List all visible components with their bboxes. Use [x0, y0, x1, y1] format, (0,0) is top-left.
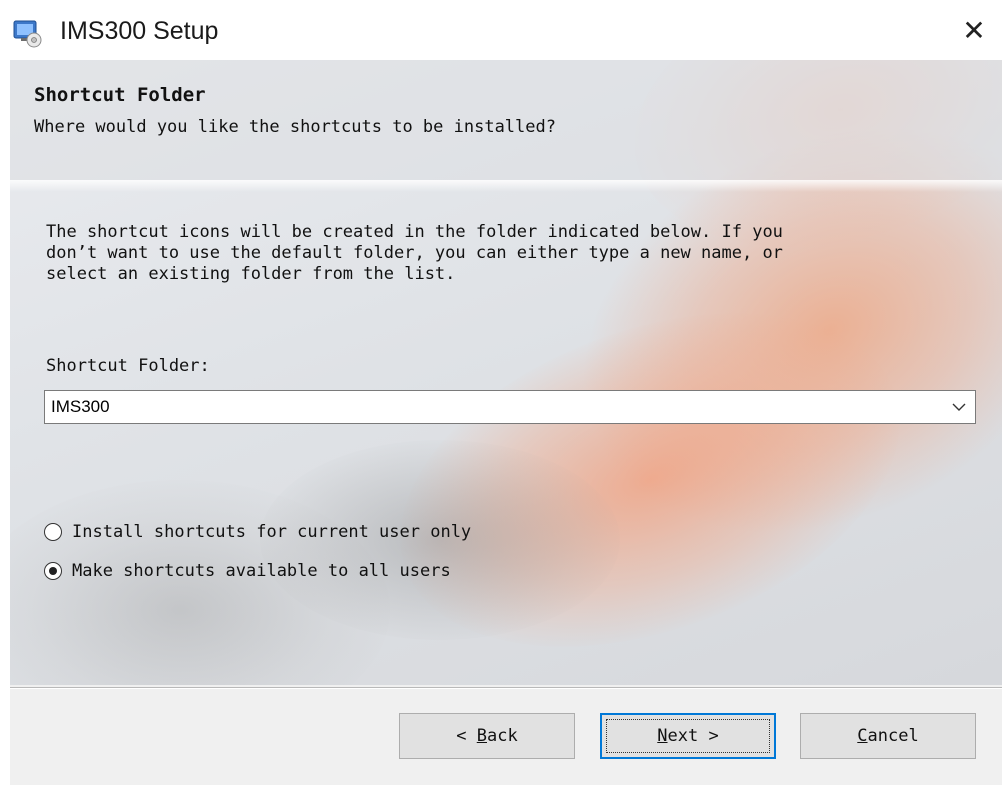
header-divider — [10, 180, 1002, 192]
page-subheading: Where would you like the shortcuts to be… — [34, 117, 556, 137]
radio-current-user[interactable]: Install shortcuts for current user only — [44, 519, 471, 545]
radio-button-current-user[interactable] — [44, 523, 62, 541]
cancel-button-label: ancel — [867, 726, 919, 746]
next-button[interactable]: Next > — [600, 713, 776, 759]
radio-all-users[interactable]: Make shortcuts available to all users — [44, 558, 451, 584]
shortcut-folder-value[interactable]: IMS300 — [51, 397, 110, 417]
radio-label-all-users[interactable]: Make shortcuts available to all users — [72, 561, 451, 581]
installer-app-icon — [13, 20, 42, 48]
page-heading: Shortcut Folder — [34, 84, 206, 106]
description-text: The shortcut icons will be created in th… — [46, 222, 783, 284]
back-button-mnemonic: B — [476, 726, 487, 746]
close-button[interactable]: ✕ — [946, 0, 1002, 60]
back-button-prefix: < — [456, 726, 477, 746]
setup-window: IMS300 Setup ✕ Shortcut Folder Where wou… — [0, 0, 1002, 785]
window-title: IMS300 Setup — [60, 17, 219, 45]
chevron-down-icon[interactable] — [951, 399, 967, 415]
radio-button-all-users[interactable] — [44, 562, 62, 580]
back-button-label: ack — [487, 726, 518, 746]
shortcut-folder-label: Shortcut Folder: — [46, 356, 210, 376]
back-button[interactable]: < Back — [399, 713, 575, 759]
radio-label-current-user[interactable]: Install shortcuts for current user only — [72, 522, 471, 542]
cancel-button-mnemonic: C — [857, 726, 868, 746]
shortcut-folder-combobox[interactable]: IMS300 — [44, 390, 976, 424]
next-button-focus-rect — [606, 719, 770, 753]
title-bar[interactable]: IMS300 Setup ✕ — [0, 0, 1002, 60]
window-left-border — [0, 60, 10, 785]
cancel-button[interactable]: Cancel — [800, 713, 976, 759]
